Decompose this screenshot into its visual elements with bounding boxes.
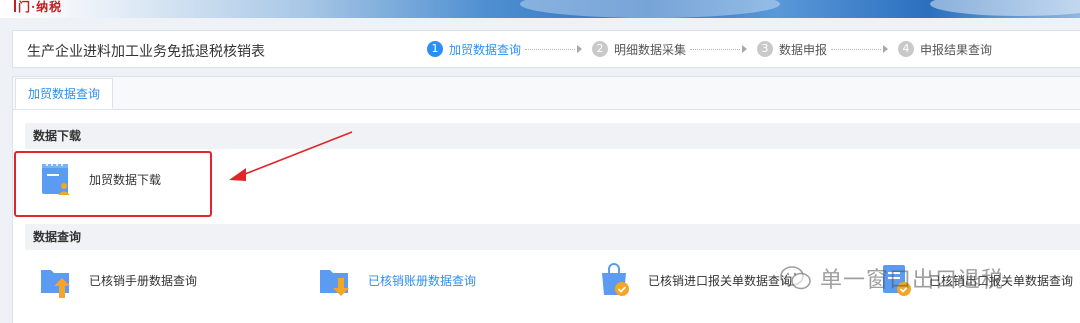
step-2[interactable]: 2 明细数据采集 xyxy=(592,41,686,58)
step-connector xyxy=(525,48,576,50)
wechat-icon xyxy=(780,266,811,290)
ledger-query-card[interactable]: 已核销账册数据查询 xyxy=(318,260,476,300)
ledger-query-label: 已核销账册数据查询 xyxy=(368,273,477,288)
step-number: 4 xyxy=(898,41,915,57)
page-title: 生产企业进料加工业务免抵退税核销表 xyxy=(27,44,265,60)
step-number: 1 xyxy=(427,41,443,57)
step-arrow-icon xyxy=(577,45,583,53)
step-arrow-icon xyxy=(883,45,889,53)
manual-query-card[interactable]: 已核销手册数据查询 xyxy=(39,260,197,300)
step-4[interactable]: 4 申报结果查询 xyxy=(898,41,992,58)
section-query-title: 数据查询 xyxy=(25,224,1080,250)
step-connector xyxy=(831,48,882,50)
watermark-text: 单一窗口出口退税 xyxy=(820,268,1005,293)
banner-cloud xyxy=(930,0,1080,16)
import-declaration-query-card[interactable]: 已核销进口报关单数据查询 xyxy=(598,260,792,300)
import-declaration-query-label: 已核销进口报关单数据查询 xyxy=(648,273,793,288)
step-label: 加贸数据查询 xyxy=(449,42,522,57)
step-number: 2 xyxy=(592,41,609,57)
wechat-watermark: 单一窗口出口退税 xyxy=(780,262,1004,294)
bag-check-icon xyxy=(598,262,634,298)
step-label: 数据申报 xyxy=(779,42,828,57)
tab-bar: 加贸数据查询 xyxy=(13,77,1080,110)
tab-trade-data-query[interactable]: 加贸数据查询 xyxy=(15,78,114,109)
step-1[interactable]: 1 加贸数据查询 xyxy=(427,41,521,58)
header-card: 生产企业进料加工业务免抵退税核销表 1 加贸数据查询 2 明细数据采集 3 数据… xyxy=(12,30,1080,68)
step-connector xyxy=(690,48,741,50)
step-indicator: 1 加贸数据查询 2 明细数据采集 3 数据申报 4 申报结果查询 xyxy=(427,39,992,59)
banner-cloud xyxy=(520,0,780,18)
step-label: 明细数据采集 xyxy=(614,42,687,57)
step-arrow-icon xyxy=(742,45,748,53)
manual-query-label: 已核销手册数据查询 xyxy=(89,273,198,288)
step-number: 3 xyxy=(757,41,774,57)
banner-logo: 门·纳税 xyxy=(18,0,63,14)
step-label: 申报结果查询 xyxy=(920,42,993,57)
folder-download-icon xyxy=(318,262,354,298)
annotation-highlight-box xyxy=(14,151,212,217)
folder-upload-icon xyxy=(39,262,75,298)
logo-mark xyxy=(14,0,16,12)
top-banner: 门·纳税 xyxy=(0,0,1080,18)
step-3[interactable]: 3 数据申报 xyxy=(757,41,827,58)
section-download-title: 数据下载 xyxy=(25,123,1080,149)
